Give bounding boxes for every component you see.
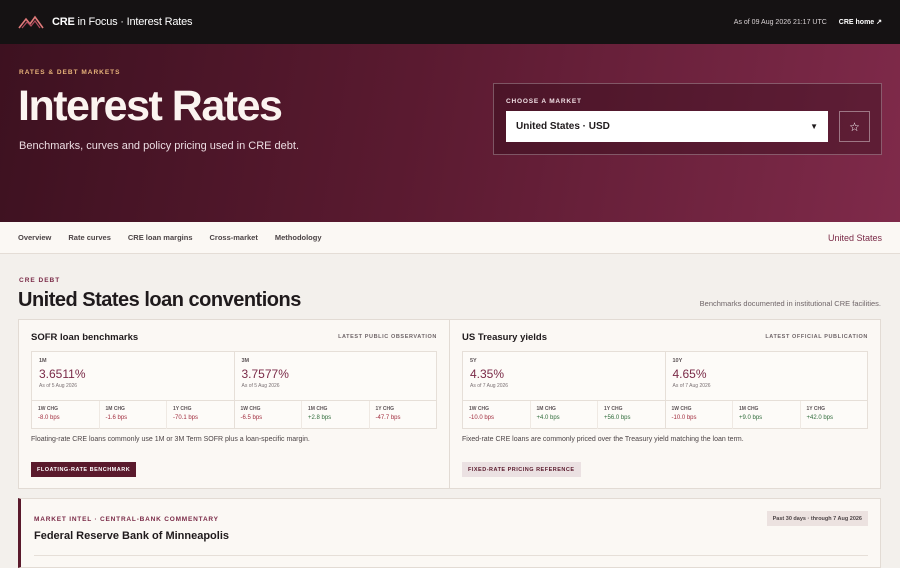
sofr-description: Floating-rate CRE loans commonly use 1M … [31, 436, 310, 443]
quote-tenor: 3M [241, 358, 250, 364]
change-label: 1M CHG [739, 406, 759, 412]
change-1w: 1W CHG -6.5 bps [235, 401, 302, 429]
quote-as-of: As of 7 Aug 2026 [672, 383, 711, 389]
change-1y: 1Y CHG -47.7 bps [368, 401, 437, 429]
quote-treasury-10y: 10Y 4.65% As of 7 Aug 2026 1W CHG -10.0 b… [664, 352, 868, 429]
caret-down-icon: ▼ [810, 122, 818, 131]
benchmark-cards: SOFR loan benchmarks LATEST PUBLIC OBSER… [18, 319, 881, 489]
sofr-card: SOFR loan benchmarks LATEST PUBLIC OBSER… [19, 320, 449, 488]
top-bar: CRE in Focus · Interest Rates As of 09 A… [0, 0, 900, 44]
change-1w: 1W CHG -10.0 bps [666, 401, 733, 429]
section-nav: Overview Rate curves CRE loan margins Cr… [0, 222, 900, 254]
change-1y: 1Y CHG +56.0 bps [597, 401, 665, 429]
change-1w: 1W CHG -10.0 bps [463, 401, 530, 429]
section-title: United States loan conventions [18, 289, 301, 311]
hero-eyebrow: RATES & DEBT MARKETS [19, 69, 121, 76]
treasury-quotes: 5Y 4.35% As of 7 Aug 2026 1W CHG -10.0 bp… [462, 351, 868, 429]
change-value: -6.5 bps [240, 415, 263, 421]
change-1m: 1M CHG -1.6 bps [98, 401, 167, 429]
sofr-card-tag: LATEST PUBLIC OBSERVATION [338, 334, 437, 340]
quote-value: 4.35% [470, 367, 505, 381]
treasury-description: Fixed-rate CRE loans are commonly priced… [462, 436, 744, 443]
change-label: 1M CHG [105, 406, 125, 412]
change-value: +2.8 bps [308, 415, 332, 421]
quote-sofr-3m: 3M 3.7577% As of 5 Aug 2026 1W CHG -6.5 b… [233, 352, 437, 429]
change-1y: 1Y CHG -70.1 bps [166, 401, 234, 429]
as-of-timestamp: As of 09 Aug 2026 21:17 UTC [733, 18, 827, 26]
quote-tenor: 1M [39, 358, 47, 364]
change-label: 1Y CHG [375, 406, 395, 412]
star-icon: ☆ [849, 119, 860, 134]
change-label: 1M CHG [536, 406, 556, 412]
quote-sofr-1m: 1M 3.6511% As of 5 Aug 2026 1W CHG -8.0 b… [32, 352, 234, 429]
change-value: -10.0 bps [671, 415, 697, 421]
change-label: 1Y CHG [604, 406, 623, 412]
change-label: 1W CHG [671, 406, 692, 412]
page-subtitle: Benchmarks, curves and policy pricing us… [19, 140, 300, 152]
change-1y: 1Y CHG +42.0 bps [799, 401, 868, 429]
nav-overview[interactable]: Overview [18, 233, 51, 242]
change-value: -10.0 bps [469, 415, 495, 421]
divider [34, 555, 868, 556]
brand-logo[interactable]: CRE in Focus · Interest Rates [18, 15, 193, 29]
change-label: 1M CHG [308, 406, 328, 412]
quote-changes: 1W CHG -10.0 bps 1M CHG +4.0 bps 1Y CHG +56… [463, 400, 665, 429]
quote-value: 3.7577% [241, 367, 289, 381]
change-value: +9.0 bps [739, 415, 763, 421]
change-1m: 1M CHG +4.0 bps [529, 401, 598, 429]
favorite-button[interactable]: ☆ [839, 111, 870, 142]
change-1w: 1W CHG -8.0 bps [32, 401, 99, 429]
change-label: 1Y CHG [806, 406, 826, 412]
section-eyebrow: CRE DEBT [19, 277, 61, 284]
quote-tenor: 10Y [672, 358, 683, 364]
change-1m: 1M CHG +9.0 bps [732, 401, 800, 429]
market-chooser-label: CHOOSE A MARKET [506, 98, 582, 105]
quote-value: 3.6511% [39, 367, 86, 381]
mountain-logo-icon [18, 15, 44, 29]
change-label: 1W CHG [240, 406, 261, 412]
quote-value: 4.65% [672, 367, 707, 381]
market-select[interactable]: United States · USD ▼ [506, 111, 828, 142]
quote-as-of: As of 5 Aug 2026 [39, 383, 78, 389]
brand-name: CRE in Focus · Interest Rates [52, 16, 193, 28]
nav-methodology[interactable]: Methodology [275, 233, 322, 242]
quote-as-of: As of 5 Aug 2026 [241, 383, 280, 389]
change-value: +4.0 bps [536, 415, 560, 421]
quote-changes: 1W CHG -10.0 bps 1M CHG +9.0 bps 1Y CHG +42… [665, 400, 868, 429]
treasury-card: US Treasury yields LATEST OFFICIAL PUBLI… [449, 320, 880, 488]
cre-home-link[interactable]: CRE home ↗ [839, 18, 882, 26]
quote-treasury-5y: 5Y 4.35% As of 7 Aug 2026 1W CHG -10.0 bp… [463, 352, 665, 429]
change-value: +42.0 bps [806, 415, 834, 421]
quote-changes: 1W CHG -6.5 bps 1M CHG +2.8 bps 1Y CHG -47.… [234, 400, 437, 429]
change-value: -1.6 bps [105, 415, 128, 421]
page-title: Interest Rates [18, 82, 283, 130]
sofr-quotes: 1M 3.6511% As of 5 Aug 2026 1W CHG -8.0 b… [31, 351, 437, 429]
market-chooser: CHOOSE A MARKET United States · USD ▼ ☆ [493, 83, 882, 155]
market-select-value: United States · USD [516, 121, 610, 132]
treasury-card-tag: LATEST OFFICIAL PUBLICATION [765, 334, 868, 340]
intel-eyebrow: MARKET INTEL · CENTRAL-BANK COMMENTARY [34, 516, 219, 523]
nav-cre-loan-margins[interactable]: CRE loan margins [128, 233, 193, 242]
change-value: -47.7 bps [375, 415, 401, 421]
intel-period-badge: Past 30 days · through 7 Aug 2026 [766, 511, 868, 526]
change-1m: 1M CHG +2.8 bps [301, 401, 369, 429]
quote-as-of: As of 7 Aug 2026 [470, 383, 509, 389]
change-label: 1Y CHG [173, 406, 192, 412]
intel-title: Federal Reserve Bank of Minneapolis [34, 530, 230, 542]
change-value: +56.0 bps [604, 415, 631, 421]
treasury-badge: FIXED-RATE PRICING REFERENCE [462, 462, 581, 477]
quote-changes: 1W CHG -8.0 bps 1M CHG -1.6 bps 1Y CHG -70.… [32, 400, 234, 429]
nav-rate-curves[interactable]: Rate curves [68, 233, 111, 242]
change-label: 1W CHG [469, 406, 489, 412]
sofr-badge: FLOATING-RATE BENCHMARK [31, 462, 137, 477]
nav-cross-market[interactable]: Cross-market [210, 233, 258, 242]
nav-country-link[interactable]: United States [828, 233, 882, 243]
change-value: -70.1 bps [173, 415, 199, 421]
section-note: Benchmarks documented in institutional C… [699, 299, 881, 308]
change-value: -8.0 bps [38, 415, 60, 421]
quote-tenor: 5Y [470, 358, 477, 364]
market-intel-card: MARKET INTEL · CENTRAL-BANK COMMENTARY F… [18, 498, 881, 568]
change-label: 1W CHG [38, 406, 58, 412]
